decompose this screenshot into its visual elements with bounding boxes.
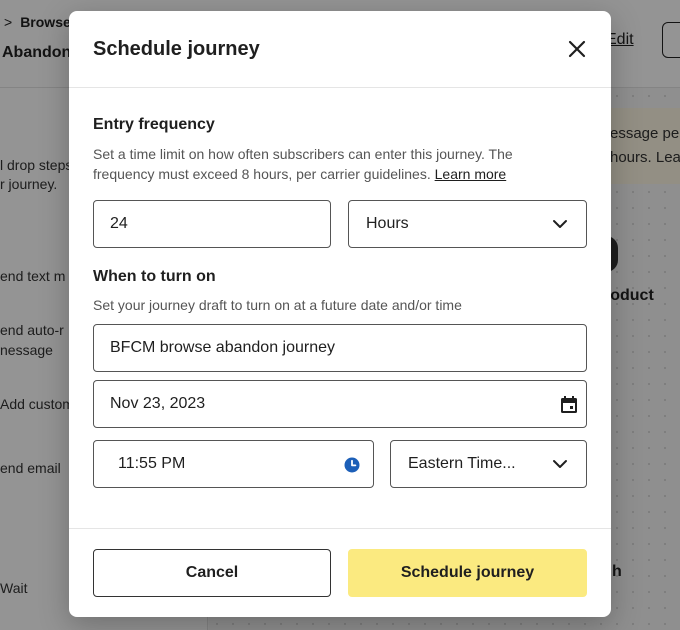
date-picker-input[interactable]: Nov 23, 2023 (93, 380, 587, 428)
timezone-value: Eastern Time... (408, 455, 516, 472)
journey-name-value: BFCM browse abandon journey (110, 339, 336, 356)
cancel-button[interactable]: Cancel (93, 549, 331, 597)
journey-name-input[interactable]: BFCM browse abandon journey (93, 324, 587, 372)
clock-icon[interactable] (344, 457, 360, 473)
schedule-journey-button[interactable]: Schedule journey (348, 549, 587, 597)
when-to-turn-on-helper: Set your journey draft to turn on at a f… (93, 297, 462, 313)
entry-frequency-title: Entry frequency (93, 116, 215, 133)
calendar-icon[interactable] (561, 396, 577, 413)
schedule-journey-dialog: Schedule journey Entry frequency Set a t… (69, 11, 611, 617)
time-picker-input[interactable]: 11:55 PM (93, 440, 374, 488)
close-icon (568, 40, 586, 58)
dialog-title: Schedule journey (93, 38, 260, 60)
timezone-select[interactable]: Eastern Time... (390, 440, 587, 488)
frequency-unit-value: Hours (366, 215, 409, 232)
chevron-down-icon (553, 220, 567, 228)
chevron-down-icon (553, 460, 567, 468)
date-value: Nov 23, 2023 (110, 395, 206, 412)
frequency-unit-select[interactable]: Hours (348, 200, 587, 248)
frequency-amount-input[interactable]: 24 (93, 200, 331, 248)
time-value: 11:55 PM (118, 455, 186, 472)
entry-frequency-helper: Set a time limit on how often subscriber… (93, 144, 563, 184)
learn-more-link[interactable]: Learn more (435, 166, 507, 182)
frequency-amount-value: 24 (110, 215, 128, 232)
when-to-turn-on-title: When to turn on (93, 268, 216, 285)
dialog-header: Schedule journey (69, 11, 611, 88)
close-button[interactable] (565, 37, 589, 61)
